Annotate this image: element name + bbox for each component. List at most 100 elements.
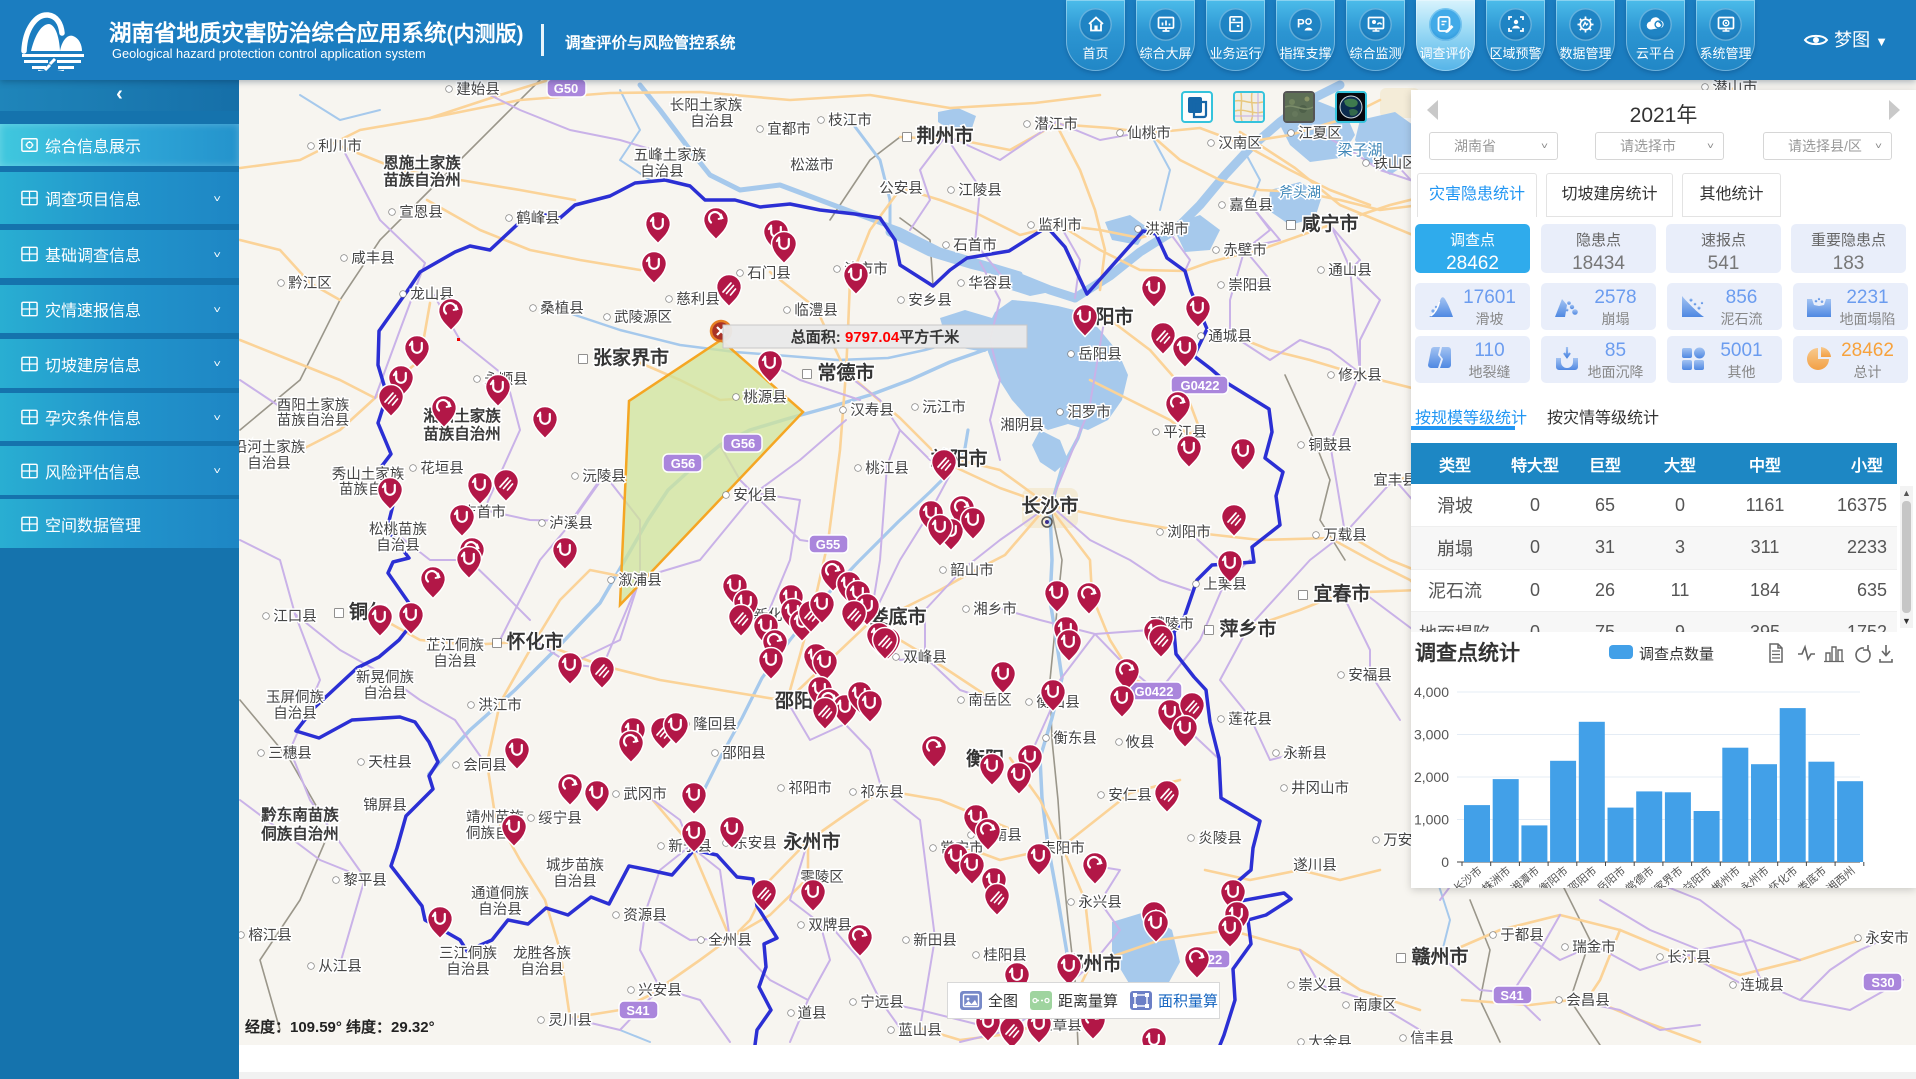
svg-text:道县: 道县: [798, 1005, 827, 1022]
svg-text:城步苗族: 城步苗族: [546, 857, 604, 874]
svg-text:三穗县: 三穗县: [268, 745, 312, 762]
svg-text:会同县: 会同县: [463, 757, 507, 774]
svg-text:G56: G56: [671, 456, 696, 471]
svg-text:祁阳市: 祁阳市: [788, 780, 832, 797]
svg-text:自治县: 自治县: [376, 537, 420, 554]
svg-text:衡东县: 衡东县: [1053, 730, 1097, 747]
svg-text:灵川县: 灵川县: [548, 1013, 592, 1029]
svg-text:自治县: 自治县: [446, 961, 490, 978]
svg-text:苗族自治州: 苗族自治州: [383, 170, 461, 189]
svg-text:宁远县: 宁远县: [860, 994, 904, 1011]
svg-text:潜江市: 潜江市: [1034, 116, 1078, 133]
svg-text:安福县: 安福县: [1348, 667, 1392, 684]
svg-text:崇阳县: 崇阳县: [1228, 277, 1272, 294]
svg-text:长汀县: 长汀县: [1667, 949, 1711, 966]
svg-text:萍乡市: 萍乡市: [1219, 617, 1276, 640]
svg-text:鹤峰县: 鹤峰县: [516, 210, 560, 227]
svg-text:酉阳土家族: 酉阳土家族: [277, 397, 350, 414]
svg-text:利川市: 利川市: [318, 138, 362, 155]
svg-text:慈利县: 慈利县: [676, 291, 720, 308]
svg-text:常德市: 常德市: [1622, 863, 1656, 888]
svg-text:江夏区: 江夏区: [1298, 125, 1342, 142]
svg-text:通道侗族: 通道侗族: [471, 885, 529, 902]
svg-text:桃源县: 桃源县: [743, 389, 787, 406]
svg-text:汉南区: 汉南区: [1218, 135, 1262, 152]
svg-text:桃江县: 桃江县: [865, 460, 909, 477]
svg-text:永新县: 永新县: [1283, 745, 1327, 762]
svg-text:攸县: 攸县: [1126, 734, 1155, 751]
svg-text:通城县: 通城县: [1208, 328, 1252, 345]
svg-text:永州市: 永州市: [782, 830, 840, 853]
svg-text:双牌县: 双牌县: [808, 917, 852, 934]
svg-text:G0422: G0422: [1180, 378, 1219, 393]
svg-text:江陵县: 江陵县: [958, 182, 1002, 199]
svg-text:湘乡市: 湘乡市: [973, 601, 1017, 618]
svg-text:长沙市: 长沙市: [1021, 494, 1078, 517]
svg-text:衡阳市: 衡阳市: [1536, 863, 1570, 888]
svg-text:新晃侗族: 新晃侗族: [356, 669, 414, 686]
svg-text:仙桃市: 仙桃市: [1127, 125, 1171, 142]
svg-text:宣恩县: 宣恩县: [399, 204, 443, 221]
svg-text:自治县: 自治县: [520, 961, 564, 978]
svg-text:瑞金市: 瑞金市: [1572, 939, 1616, 956]
svg-text:S41: S41: [1500, 988, 1523, 1003]
svg-text:S41: S41: [626, 1003, 649, 1018]
svg-text:遂川县: 遂川县: [1293, 857, 1337, 874]
svg-text:斧头湖: 斧头湖: [1279, 184, 1321, 200]
svg-text:安乡县: 安乡县: [908, 292, 952, 309]
svg-text:恩施土家族: 恩施土家族: [383, 153, 461, 172]
svg-text:P: P: [1297, 19, 1305, 31]
svg-text:华容县: 华容县: [968, 275, 1012, 292]
svg-text:长阳土家族: 长阳土家族: [670, 97, 743, 114]
svg-text:邵阳县: 邵阳县: [722, 745, 766, 762]
svg-text:宜都市: 宜都市: [767, 121, 811, 138]
svg-text:芷江侗族: 芷江侗族: [426, 637, 484, 654]
svg-text:安仁县: 安仁县: [1108, 787, 1152, 804]
svg-text:总面积: 9797.04平方千米: 总面积: 9797.04平方千米: [791, 328, 960, 346]
svg-text:通山县: 通山县: [1328, 262, 1372, 279]
svg-text:邵阳: 邵阳: [774, 690, 813, 712]
svg-text:经度：109.59° 纬度：29.32°: 经度：109.59° 纬度：29.32°: [245, 1018, 435, 1036]
svg-text:双峰县: 双峰县: [903, 649, 947, 666]
svg-text:蓝山县: 蓝山县: [898, 1022, 942, 1039]
svg-text:2,000: 2,000: [1414, 769, 1449, 785]
svg-text:沿河土家族: 沿河土家族: [239, 439, 306, 456]
svg-text:锦屏县: 锦屏县: [363, 797, 407, 814]
svg-text:侗族自治州: 侗族自治州: [260, 824, 339, 843]
svg-text:益阳市: 益阳市: [1680, 863, 1714, 888]
svg-text:信丰县: 信丰县: [1410, 1030, 1454, 1045]
svg-text:兴安县: 兴安县: [638, 982, 682, 999]
svg-text:自治县: 自治县: [690, 113, 734, 130]
svg-text:松桃苗族: 松桃苗族: [369, 521, 427, 538]
svg-text:安化县: 安化县: [733, 487, 777, 504]
svg-text:从江县: 从江县: [318, 958, 362, 975]
svg-text:炎陵县: 炎陵县: [1198, 830, 1242, 847]
svg-text:黔东南苗族: 黔东南苗族: [261, 805, 339, 824]
svg-text:邵阳市: 邵阳市: [1565, 863, 1599, 888]
svg-text:张家界市: 张家界市: [593, 346, 669, 369]
svg-text:咸宁市: 咸宁市: [1301, 212, 1358, 235]
svg-text:资源县: 资源县: [623, 907, 667, 924]
svg-text:临澧县: 临澧县: [794, 302, 838, 319]
svg-text:崇义县: 崇义县: [1298, 977, 1342, 994]
svg-text:泸溪县: 泸溪县: [549, 515, 593, 532]
svg-text:上栗县: 上栗县: [1203, 576, 1247, 593]
svg-text:自治县: 自治县: [247, 455, 291, 472]
svg-text:怀化市: 怀化市: [506, 630, 563, 653]
svg-text:花垣县: 花垣县: [420, 460, 464, 477]
svg-text:湘西州: 湘西州: [1823, 863, 1857, 888]
svg-text:公安县: 公安县: [879, 180, 923, 197]
svg-text:浏阳市: 浏阳市: [1167, 524, 1211, 541]
svg-text:岳阳县: 岳阳县: [1078, 346, 1122, 363]
svg-text:会昌县: 会昌县: [1566, 992, 1610, 1009]
svg-text:修水县: 修水县: [1338, 367, 1382, 384]
svg-text:湘潭市: 湘潭市: [1508, 863, 1542, 888]
svg-text:苗族自治县: 苗族自治县: [277, 412, 350, 429]
svg-text:井冈山市: 井冈山市: [1291, 780, 1349, 797]
svg-text:自治县: 自治县: [363, 685, 407, 702]
svg-text:石门县: 石门县: [747, 265, 791, 282]
svg-text:隆回县: 隆回县: [693, 716, 737, 733]
svg-text:万载县: 万载县: [1323, 527, 1367, 544]
svg-text:新田县: 新田县: [913, 932, 957, 949]
svg-text:黔江区: 黔江区: [288, 275, 332, 292]
